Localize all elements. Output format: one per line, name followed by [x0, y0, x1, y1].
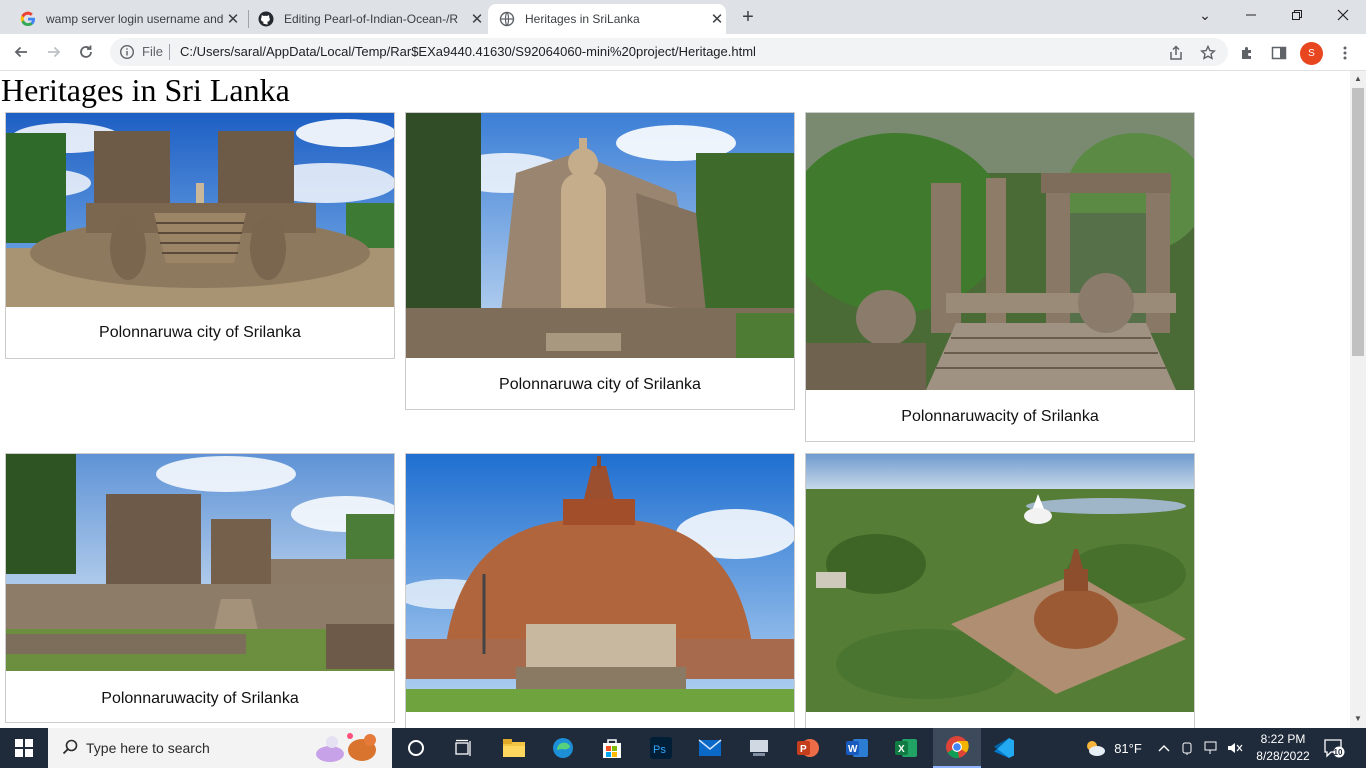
svg-text:P: P [800, 744, 807, 755]
heritage-card: Polonnaruwacity of Srilanka [805, 112, 1195, 442]
tab-search-icon[interactable]: ⌄ [1182, 0, 1228, 30]
heritage-card [805, 453, 1195, 728]
notifications-count: 10 [1333, 748, 1343, 757]
page-viewport: Heritages in Sri Lanka Polonnaruwa city … [0, 71, 1350, 728]
browser-toolbar: File C:/Users/saral/AppData/Local/Temp/R… [0, 34, 1366, 71]
extensions-icon[interactable] [1238, 44, 1256, 62]
profile-avatar[interactable]: S [1300, 42, 1323, 65]
clock-time[interactable]: 8:22 PM [1260, 732, 1306, 746]
bookmark-star-icon[interactable] [1199, 44, 1217, 62]
task-view-icon[interactable] [448, 728, 480, 768]
card-caption: Polonnaruwa city of Srilanka [99, 324, 301, 341]
palace-ruins-image [6, 454, 394, 671]
windows-start-icon[interactable] [0, 728, 48, 768]
scheme-label: File [142, 44, 163, 59]
stupa-image [406, 454, 794, 712]
clock-date[interactable]: 8/28/2022 [1252, 749, 1314, 763]
card-caption [406, 712, 794, 728]
heritage-card: Polonnaruwa city of Srilanka [5, 112, 395, 359]
card-caption: Polonnaruwacity of Srilanka [901, 408, 1099, 425]
card-caption: Polonnaruwacity of Srilanka [101, 690, 299, 707]
tab-title: wamp server login username and [46, 12, 224, 26]
vscode-icon[interactable] [986, 728, 1022, 768]
close-window-icon[interactable] [1320, 0, 1366, 30]
search-placeholder: Type here to search [86, 740, 210, 756]
windows-taskbar: Type here to search Ps P W X 81°F 8:22 P… [0, 728, 1366, 768]
meet-now-icon[interactable] [1180, 728, 1196, 768]
google-icon [20, 11, 36, 27]
heritage-card: Polonnaruwacity of Srilanka [5, 453, 395, 723]
remote-desktop-icon[interactable] [741, 728, 777, 768]
tab-title: Editing Pearl-of-Indian-Ocean-/R [284, 12, 459, 26]
tab-title: Heritages in SriLanka [525, 12, 640, 26]
edge-browser-icon[interactable] [545, 728, 581, 768]
info-icon[interactable] [119, 44, 135, 65]
file-explorer-icon[interactable] [496, 728, 532, 768]
scrollbar-thumb[interactable] [1352, 88, 1364, 356]
buddha-statue-image [406, 113, 794, 358]
tray-chevron-up-icon[interactable] [1156, 728, 1172, 768]
chrome-icon[interactable] [933, 728, 981, 768]
globe-icon [499, 11, 515, 27]
microsoft-store-icon[interactable] [594, 728, 630, 768]
svg-text:W: W [848, 744, 858, 755]
card-caption: Polonnaruwa city of Srilanka [499, 376, 701, 393]
new-tab-icon[interactable]: + [738, 6, 758, 28]
word-icon[interactable]: W [839, 728, 875, 768]
card-caption [806, 712, 1194, 728]
page-title: Heritages in Sri Lanka [1, 72, 290, 108]
url-text[interactable]: C:/Users/saral/AppData/Local/Temp/Rar$EX… [180, 44, 756, 59]
mail-icon[interactable] [692, 728, 728, 768]
heritage-card [405, 453, 795, 728]
cortana-icon[interactable] [400, 728, 432, 768]
page-scrollbar[interactable]: ▲ ▼ [1350, 71, 1366, 728]
svg-text:Ps: Ps [653, 744, 666, 756]
taskbar-search-box[interactable]: Type here to search [48, 728, 392, 768]
aerial-stupa-image [806, 454, 1194, 712]
weather-icon[interactable] [1082, 728, 1108, 768]
search-icon [62, 739, 78, 758]
tab-wamp-search[interactable]: wamp server login username and ✕ [0, 4, 242, 34]
tab-github-editing[interactable]: Editing Pearl-of-Indian-Ocean-/R ✕ [238, 4, 486, 34]
back-icon[interactable] [10, 41, 32, 63]
forward-icon[interactable] [43, 41, 65, 63]
reload-icon[interactable] [75, 41, 97, 63]
omnibox-divider [169, 44, 170, 60]
github-icon [258, 11, 274, 27]
volume-muted-icon[interactable] [1226, 728, 1244, 768]
powerpoint-icon[interactable]: P [790, 728, 826, 768]
address-bar[interactable]: File C:/Users/saral/AppData/Local/Temp/R… [110, 38, 1228, 66]
close-tab-icon[interactable]: ✕ [708, 10, 726, 28]
menu-kebab-icon[interactable] [1336, 44, 1354, 62]
tab-strip: wamp server login username and ✕ Editing… [0, 0, 1366, 34]
excel-icon[interactable]: X [888, 728, 924, 768]
search-highlight-icon [310, 730, 388, 767]
restore-icon[interactable] [1274, 0, 1320, 30]
scroll-up-icon[interactable]: ▲ [1353, 74, 1363, 84]
scroll-down-icon[interactable]: ▼ [1353, 714, 1363, 724]
weather-temperature[interactable]: 81°F [1110, 728, 1146, 768]
close-tab-icon[interactable]: ✕ [468, 10, 486, 28]
network-icon[interactable] [1203, 728, 1221, 768]
minimize-icon[interactable] [1228, 0, 1274, 30]
vatadage-image [6, 113, 394, 307]
photoshop-icon[interactable]: Ps [643, 728, 679, 768]
side-panel-icon[interactable] [1270, 44, 1288, 62]
heritage-card: Polonnaruwa city of Srilanka [405, 112, 795, 410]
ruins-gateway-image [806, 113, 1194, 390]
svg-text:X: X [898, 744, 905, 755]
share-icon[interactable] [1167, 44, 1185, 62]
tab-heritages[interactable]: Heritages in SriLanka ✕ [488, 4, 726, 34]
